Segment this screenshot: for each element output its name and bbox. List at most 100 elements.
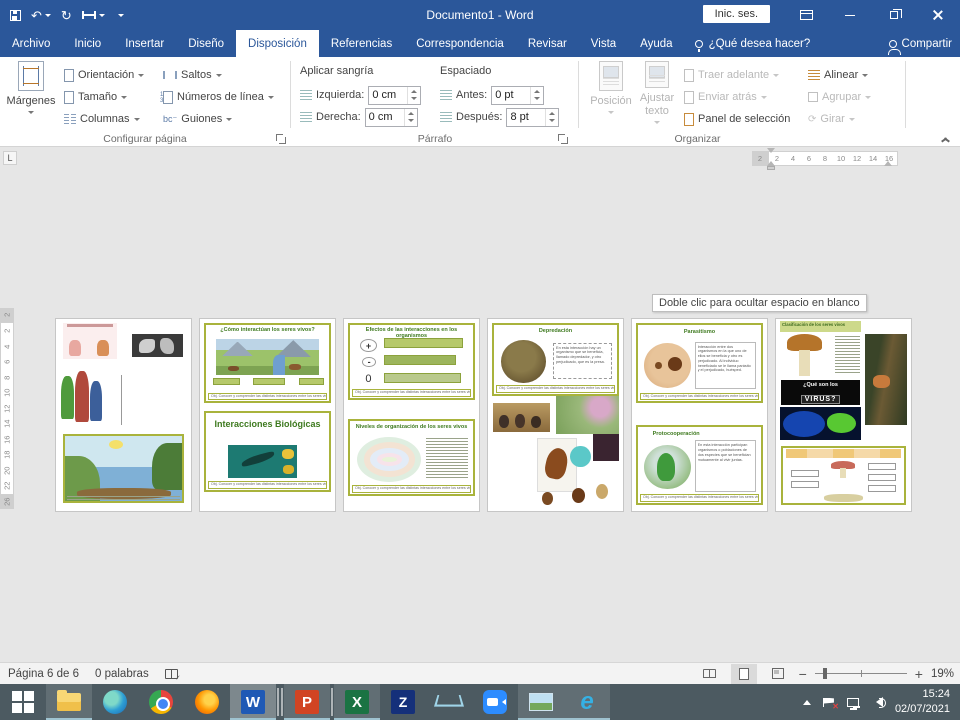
tab-correspondencia[interactable]: Correspondencia (404, 30, 516, 57)
tamano-button[interactable]: Tamaño (64, 87, 127, 107)
hanging-indent-marker[interactable] (767, 157, 775, 166)
action-center-flag-icon[interactable] (823, 698, 835, 707)
girar-button[interactable]: ⟳ Girar (808, 109, 855, 129)
tab-revisar[interactable]: Revisar (516, 30, 579, 57)
zoom-out-button[interactable]: − (799, 667, 807, 681)
alinear-button[interactable]: Alinear (808, 65, 868, 85)
orientacion-button[interactable]: Orientación (64, 65, 144, 85)
scanner-button[interactable] (426, 684, 472, 720)
spin-up[interactable] (531, 87, 543, 96)
read-mode-button[interactable] (697, 664, 723, 684)
restore-button[interactable] (872, 0, 916, 30)
chrome-button[interactable] (138, 684, 184, 720)
collapse-ribbon-chevron-icon[interactable] (941, 135, 950, 141)
share-button[interactable]: Compartir (889, 30, 952, 57)
left-indent-marker[interactable] (767, 166, 775, 170)
zoom-slider[interactable] (815, 673, 907, 674)
spin-down[interactable] (405, 117, 417, 126)
proofing-icon[interactable] (165, 669, 178, 679)
ribbon-display-options-button[interactable] (784, 0, 828, 30)
zoom-in-button[interactable]: + (915, 667, 923, 681)
redo-icon[interactable]: ↻ (61, 9, 72, 22)
posicion-button[interactable]: Posición (588, 61, 634, 127)
clock[interactable]: 15:24 02/07/2021 (895, 687, 950, 717)
espaciado-despues-input[interactable] (507, 110, 545, 125)
volume-icon[interactable] (871, 697, 883, 707)
tell-me-box[interactable]: ¿Qué desea hacer? (685, 30, 821, 57)
tab-archivo[interactable]: Archivo (0, 30, 62, 57)
tab-stop-selector[interactable]: L (3, 151, 17, 165)
word-count[interactable]: 0 palabras (95, 668, 149, 680)
spin-up[interactable] (408, 87, 420, 96)
page-setup-dialog-launcher[interactable] (276, 134, 286, 144)
customize-qat-icon[interactable] (115, 11, 124, 20)
page-thumbnail-4[interactable]: Depredación En esta interacción hay un o… (487, 318, 624, 512)
tab-ayuda[interactable]: Ayuda (628, 30, 684, 57)
indent-markers[interactable] (767, 148, 776, 170)
spin-down[interactable] (408, 95, 420, 104)
margenes-button[interactable]: Márgenes (8, 61, 54, 127)
spin-down[interactable] (531, 95, 543, 104)
sangria-derecha-field[interactable] (365, 108, 418, 127)
photos-button[interactable] (518, 684, 564, 720)
tab-diseno[interactable]: Diseño (176, 30, 236, 57)
network-icon[interactable] (847, 698, 859, 707)
tab-insertar[interactable]: Insertar (113, 30, 176, 57)
sign-in-button[interactable]: Inic. ses. (703, 5, 770, 23)
ajustar-texto-button[interactable]: Ajustar texto (634, 61, 680, 127)
hidden-icons-chevron-icon[interactable] (803, 696, 811, 705)
file-explorer-button[interactable] (46, 684, 92, 720)
panel-seleccion-button[interactable]: Panel de selección (684, 109, 790, 129)
save-icon[interactable] (10, 10, 21, 21)
close-button[interactable] (916, 0, 960, 30)
page-thumbnail-2[interactable]: ¿Cómo interactúan los seres vivos? Obj. … (199, 318, 336, 512)
powerpoint-taskbar-button[interactable]: P (284, 684, 330, 720)
page-thumbnail-1[interactable] (55, 318, 192, 512)
numeros-linea-button[interactable]: 13 Números de línea (163, 87, 274, 107)
espaciado-antes-input[interactable] (492, 88, 530, 103)
print-layout-button[interactable] (731, 664, 757, 684)
zoom-level[interactable]: 19% (931, 668, 954, 680)
excel-taskbar-button[interactable]: X (334, 684, 380, 720)
sangria-izquierda-input[interactable] (369, 88, 407, 103)
word-taskbar-button[interactable]: W (230, 684, 276, 720)
tab-referencias[interactable]: Referencias (319, 30, 404, 57)
espaciado-despues-field[interactable] (506, 108, 559, 127)
saltos-button[interactable]: Saltos (163, 65, 222, 85)
tab-disposicion[interactable]: Disposición (236, 30, 319, 57)
spin-down[interactable] (546, 117, 558, 126)
page-thumbnail-3[interactable]: Efectos de las interacciones en los orga… (343, 318, 480, 512)
page-indicator[interactable]: Página 6 de 6 (8, 668, 79, 680)
traer-adelante-button[interactable]: Traer adelante (684, 65, 779, 85)
first-line-indent-marker[interactable] (767, 148, 775, 157)
firefox-button[interactable] (184, 684, 230, 720)
spin-up[interactable] (546, 109, 558, 118)
epson-scan-button[interactable]: Z (380, 684, 426, 720)
undo-icon[interactable]: ↶ (31, 9, 51, 22)
columnas-button[interactable]: Columnas (64, 109, 140, 129)
paragraph-dialog-launcher[interactable] (558, 134, 568, 144)
worksheet-header-row (786, 449, 901, 458)
espaciado-antes-field[interactable] (491, 86, 544, 105)
guiones-button[interactable]: bc⁻ Guiones (163, 109, 232, 129)
tab-inicio[interactable]: Inicio (62, 30, 113, 57)
page-thumbnail-6[interactable]: Clasificación de los seres vivos ¿Qué so… (775, 318, 912, 512)
touch-mouse-mode-icon[interactable] (82, 11, 105, 20)
spin-up[interactable] (405, 109, 417, 118)
zoom-app-button[interactable] (472, 684, 518, 720)
zoom-slider-handle[interactable] (823, 668, 827, 679)
internet-explorer-button[interactable]: e (564, 684, 610, 720)
web-layout-button[interactable] (765, 664, 791, 684)
edge-button[interactable] (92, 684, 138, 720)
tab-vista[interactable]: Vista (579, 30, 628, 57)
vertical-ruler[interactable]: 2 2 4 6 8 10 12 14 16 18 20 22 26 (0, 308, 14, 509)
enviar-atras-button[interactable]: Enviar atrás (684, 87, 767, 107)
page-thumbnail-5[interactable]: Parasitismo Interacción entre dos organi… (631, 318, 768, 512)
minimize-button[interactable] (828, 0, 872, 30)
right-indent-marker[interactable] (884, 157, 892, 166)
agrupar-button[interactable]: Agrupar (808, 87, 871, 107)
start-button[interactable] (0, 684, 46, 720)
sangria-derecha-input[interactable] (366, 110, 404, 125)
depredacion-textbox: En esta interacción hay un organismo que… (553, 343, 612, 379)
sangria-izquierda-field[interactable] (368, 86, 421, 105)
